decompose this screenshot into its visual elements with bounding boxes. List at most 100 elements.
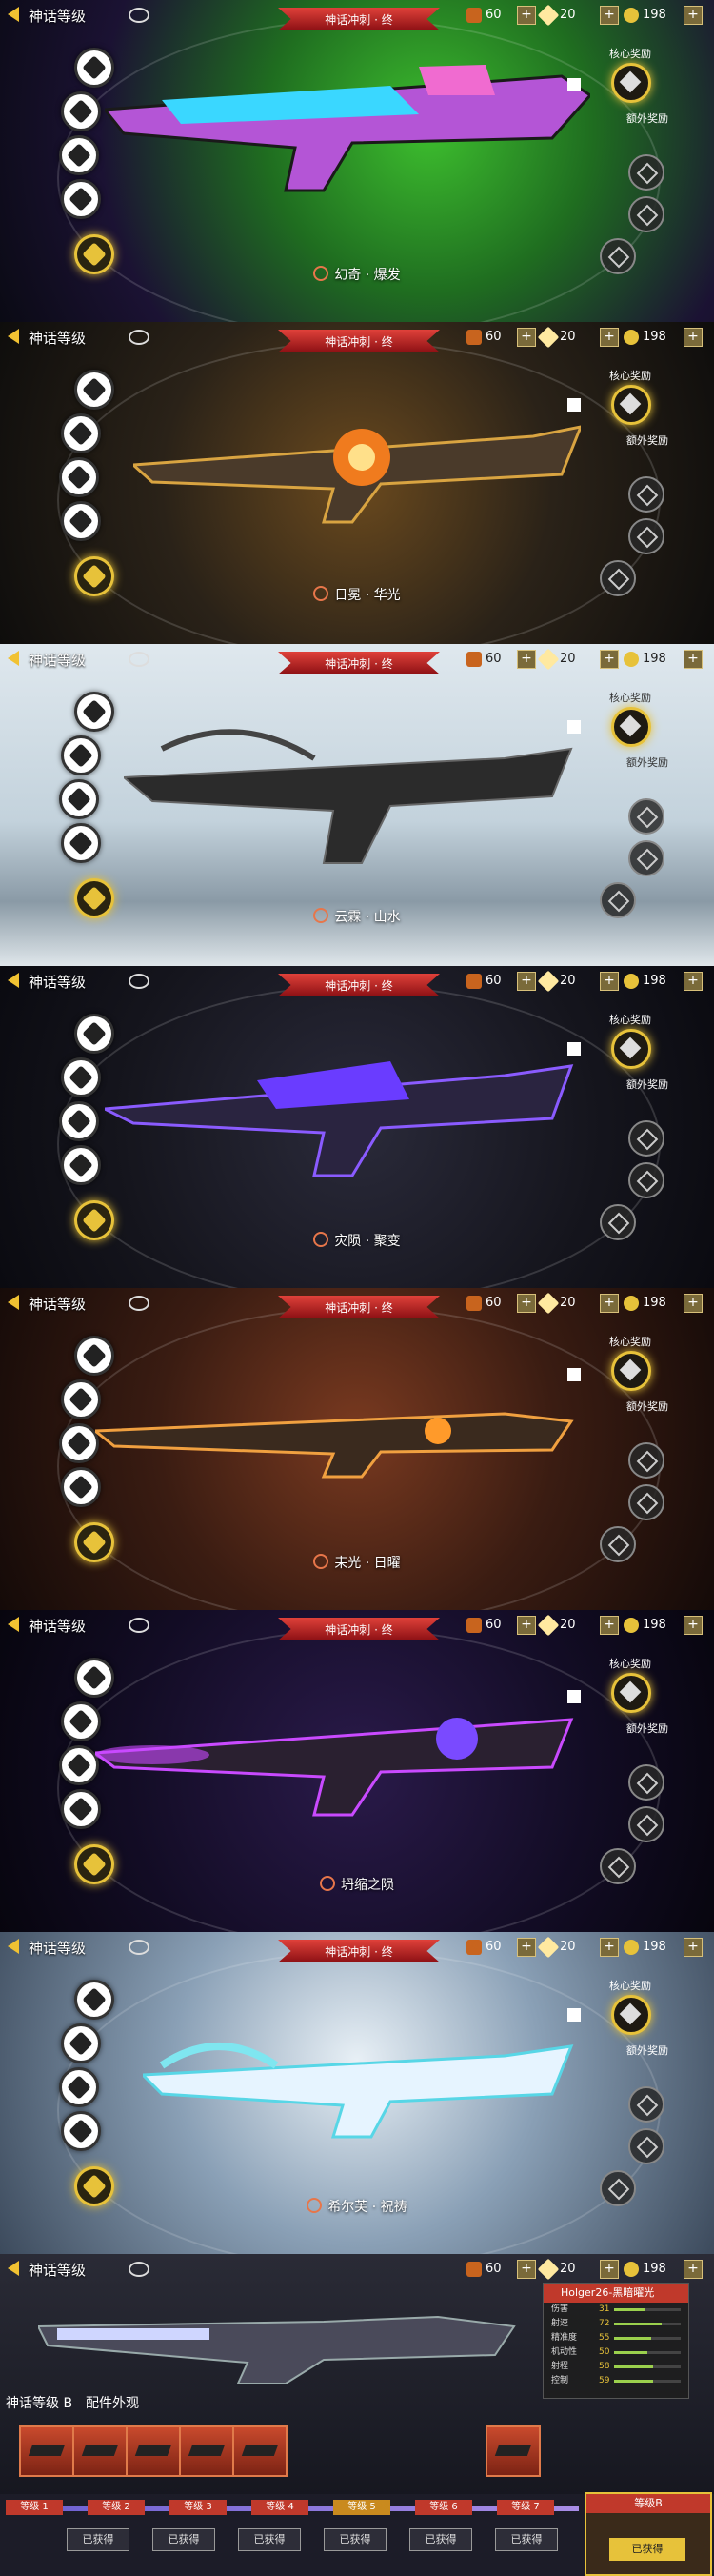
screenshot-icon[interactable]	[567, 2008, 581, 2022]
eye-icon[interactable]	[129, 2262, 149, 2277]
extra-reward-slot[interactable]	[628, 840, 664, 876]
rank-badge[interactable]	[61, 2023, 101, 2063]
add-coin-button[interactable]: +	[684, 2260, 703, 2279]
extra-reward-slot[interactable]	[628, 1806, 664, 1842]
mythic-level-label[interactable]: 神话等级	[29, 972, 86, 992]
attachment-item[interactable]	[126, 2425, 181, 2477]
rank-badge[interactable]	[74, 692, 114, 732]
level-step[interactable]: 等级 3	[169, 2500, 227, 2515]
rank-badge[interactable]	[61, 1145, 101, 1185]
obtained-button[interactable]: 已获得	[238, 2528, 301, 2551]
obtained-button[interactable]: 已获得	[152, 2528, 215, 2551]
core-reward-slot[interactable]	[611, 385, 651, 425]
obtained-button[interactable]: 已获得	[67, 2528, 129, 2551]
core-reward-slot[interactable]	[611, 1029, 651, 1069]
rank-badge[interactable]	[59, 1101, 99, 1141]
rank-badge[interactable]	[59, 457, 99, 497]
screenshot-icon[interactable]	[567, 1042, 581, 1056]
obtained-button[interactable]: 已获得	[324, 2528, 387, 2551]
rank-badge[interactable]	[61, 501, 101, 541]
rank-badge[interactable]	[74, 1336, 114, 1376]
extra-reward-slot[interactable]	[628, 798, 664, 835]
level-step[interactable]: 等级 2	[88, 2500, 145, 2515]
add-ticket-button[interactable]: +	[517, 972, 536, 991]
extra-reward-slot[interactable]	[628, 1764, 664, 1801]
rank-badge[interactable]	[59, 1745, 99, 1785]
core-reward-slot[interactable]	[611, 63, 651, 103]
rank-badge[interactable]	[61, 2111, 101, 2151]
eye-icon[interactable]	[129, 1618, 149, 1633]
obtained-button[interactable]: 已获得	[495, 2528, 558, 2551]
back-icon[interactable]	[8, 973, 19, 988]
core-reward-slot[interactable]	[611, 1995, 651, 2035]
back-icon[interactable]	[8, 1295, 19, 1310]
rank-badge[interactable]	[74, 370, 114, 410]
mythic-level-label[interactable]: 神话等级	[29, 6, 86, 26]
mythic-level-label[interactable]: 神话等级	[29, 1294, 86, 1314]
eye-icon[interactable]	[129, 974, 149, 989]
level-step[interactable]: 等级 5	[333, 2500, 390, 2515]
extra-reward-slot[interactable]	[628, 1120, 664, 1157]
rank-badge[interactable]	[61, 823, 101, 863]
tab-attachments[interactable]: 配件外观	[86, 2393, 139, 2412]
back-icon[interactable]	[8, 7, 19, 22]
add-ticket-button[interactable]: +	[517, 1616, 536, 1635]
mythic-level-label[interactable]: 神话等级	[29, 328, 86, 348]
final-reward-card[interactable]: 等级B 已获得	[585, 2492, 712, 2576]
eye-icon[interactable]	[129, 8, 149, 23]
screenshot-icon[interactable]	[567, 1690, 581, 1703]
extra-reward-slot[interactable]	[628, 1442, 664, 1479]
add-ticket-button[interactable]: +	[517, 328, 536, 347]
attachment-item[interactable]	[232, 2425, 288, 2477]
eye-icon[interactable]	[129, 1296, 149, 1311]
mythic-level-label[interactable]: 神话等级	[29, 1616, 86, 1636]
extra-reward-slot[interactable]	[628, 1484, 664, 1520]
extra-reward-slot[interactable]	[628, 476, 664, 513]
add-ticket-button[interactable]: +	[517, 1294, 536, 1313]
rank-badge[interactable]	[59, 779, 99, 819]
mythic-level-label[interactable]: 神话等级	[29, 650, 86, 670]
back-icon[interactable]	[8, 1939, 19, 1954]
rank-badge[interactable]	[61, 1057, 101, 1097]
extra-reward-slot[interactable]	[628, 518, 664, 554]
eye-icon[interactable]	[129, 652, 149, 667]
add-gem-button[interactable]: +	[600, 2260, 619, 2279]
back-icon[interactable]	[8, 2261, 19, 2276]
add-ticket-button[interactable]: +	[517, 1938, 536, 1957]
rank-badge[interactable]	[61, 735, 101, 775]
extra-reward-slot[interactable]	[628, 1162, 664, 1198]
rank-badge[interactable]	[59, 1423, 99, 1463]
obtained-button[interactable]: 已获得	[409, 2528, 472, 2551]
rank-badge[interactable]	[59, 2067, 99, 2107]
mythic-level-label[interactable]: 神话等级	[29, 2260, 86, 2280]
eye-icon[interactable]	[129, 1940, 149, 1955]
add-ticket-button[interactable]: +	[517, 6, 536, 25]
tab-mythic-level[interactable]: 神话等级 B	[6, 2393, 72, 2412]
screenshot-icon[interactable]	[567, 720, 581, 734]
attachment-item[interactable]	[72, 2425, 128, 2477]
level-step[interactable]: 等级 4	[251, 2500, 308, 2515]
rank-badge[interactable]	[61, 179, 101, 219]
add-ticket-button[interactable]: +	[517, 2260, 536, 2279]
level-step[interactable]: 等级 7	[497, 2500, 554, 2515]
screenshot-icon[interactable]	[567, 78, 581, 91]
back-icon[interactable]	[8, 329, 19, 344]
add-ticket-button[interactable]: +	[517, 650, 536, 669]
core-reward-slot[interactable]	[611, 707, 651, 747]
screenshot-icon[interactable]	[567, 1368, 581, 1381]
rank-badge[interactable]	[74, 1980, 114, 2020]
rank-badge[interactable]	[61, 413, 101, 453]
extra-reward-slot[interactable]	[628, 2128, 664, 2164]
attachment-item[interactable]	[486, 2425, 541, 2477]
core-reward-slot[interactable]	[611, 1351, 651, 1391]
core-reward-slot[interactable]	[611, 1673, 651, 1713]
rank-badge[interactable]	[61, 91, 101, 131]
rank-badge[interactable]	[59, 135, 99, 175]
final-reward-status[interactable]: 已获得	[609, 2538, 685, 2561]
extra-reward-slot[interactable]	[628, 154, 664, 191]
eye-icon[interactable]	[129, 330, 149, 345]
attachment-item[interactable]	[179, 2425, 234, 2477]
back-icon[interactable]	[8, 1617, 19, 1632]
level-step[interactable]: 等级 1	[6, 2500, 63, 2515]
back-icon[interactable]	[8, 651, 19, 666]
